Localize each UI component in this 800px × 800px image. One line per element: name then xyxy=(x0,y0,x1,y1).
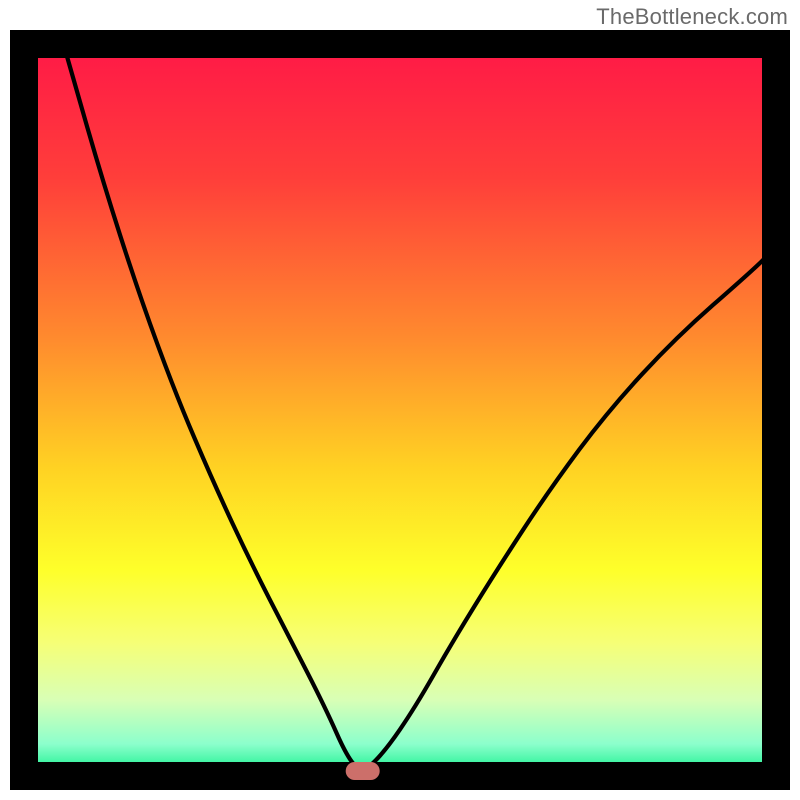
optimal-marker xyxy=(346,762,380,780)
plot-background xyxy=(27,47,773,773)
chart-container: TheBottleneck.com xyxy=(0,0,800,800)
watermark-text: TheBottleneck.com xyxy=(596,4,788,30)
bottleneck-chart xyxy=(0,0,800,800)
